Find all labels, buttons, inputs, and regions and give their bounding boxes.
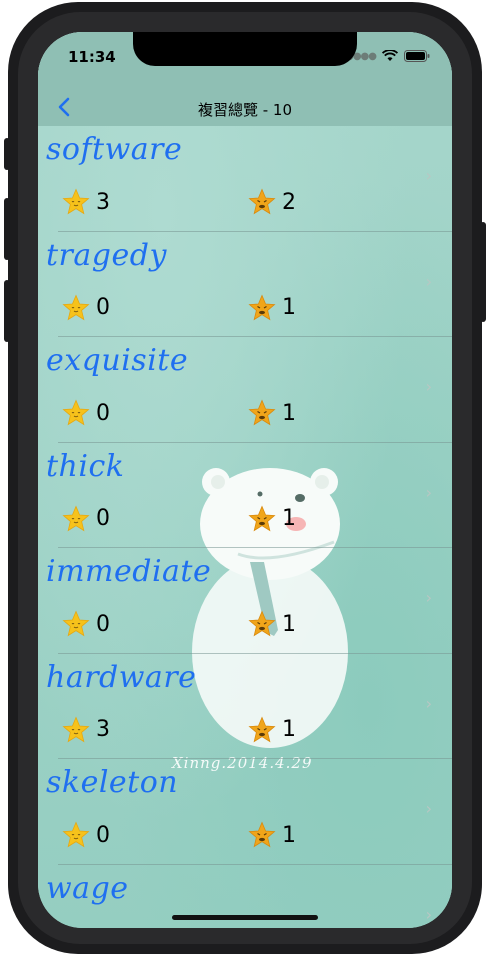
status-time: 11:34 (68, 48, 116, 66)
forgotten-count: 1 (282, 295, 296, 320)
chevron-right-icon: › (425, 482, 432, 502)
volume-up-button (4, 198, 10, 260)
remembered-count: 0 (96, 400, 110, 426)
battery-icon (404, 50, 430, 62)
remembered-count: 3 (96, 717, 110, 742)
remembered-stat: 0 (62, 293, 110, 322)
forgotten-count: 1 (282, 822, 296, 848)
chevron-right-icon: › (425, 588, 432, 607)
app-screen: Xinng.2014.4.29 11:34 ●●●● 複習總覽 - 10 sof… (38, 32, 452, 928)
navigation-bar: 複習總覽 - 10 (38, 90, 452, 126)
word-label: immediate (46, 554, 212, 589)
forgotten-stat: 1 (248, 821, 296, 849)
chevron-right-icon: › (425, 271, 432, 291)
forgotten-stat: 1 (248, 293, 296, 322)
chevron-right-icon: › (425, 377, 432, 396)
chevron-right-icon: › (425, 904, 432, 924)
word-label: software (46, 132, 183, 167)
chevron-right-icon: › (425, 799, 432, 818)
forgotten-count: 1 (282, 717, 296, 742)
word-label: hardware (46, 659, 197, 695)
forgotten-count: 1 (282, 506, 296, 531)
word-label: exquisite (46, 343, 189, 378)
happy-star-icon (62, 504, 90, 531)
word-row[interactable]: exquisite › 0 1 (38, 337, 452, 443)
word-label: thick (46, 448, 125, 484)
word-label: wage (46, 870, 129, 906)
forgotten-stat: 1 (248, 399, 296, 427)
word-row[interactable]: software › 3 2 (38, 126, 452, 232)
wifi-icon (382, 50, 398, 61)
sad-star-icon (248, 188, 276, 215)
remembered-count: 0 (96, 611, 110, 637)
power-button (480, 222, 486, 322)
word-row[interactable]: hardware › 3 1 (38, 654, 452, 759)
happy-star-icon (62, 715, 90, 742)
word-row[interactable]: immediate › 0 1 (38, 548, 452, 654)
chevron-right-icon: › (425, 166, 432, 185)
volume-down-button (4, 280, 10, 342)
remembered-count: 0 (96, 822, 110, 848)
forgotten-stat: 1 (248, 610, 296, 638)
word-row[interactable]: tragedy › 0 1 (38, 232, 452, 337)
remembered-stat: 0 (62, 504, 110, 533)
nav-title: 複習總覽 - 10 (197, 101, 293, 119)
word-list[interactable]: software › 3 2 tragedy › 0 1 exquisite ›… (38, 126, 452, 928)
remembered-stat: 3 (62, 188, 110, 216)
notch (133, 32, 357, 66)
word-label: tragedy (46, 237, 167, 273)
chevron-right-icon: › (425, 693, 432, 713)
forgotten-count: 2 (282, 189, 296, 215)
remembered-stat: 3 (62, 715, 110, 744)
remembered-stat: 0 (62, 399, 110, 427)
forgotten-stat: 1 (248, 715, 296, 744)
sad-star-icon (248, 293, 276, 320)
home-indicator[interactable] (172, 915, 318, 920)
happy-star-icon (62, 293, 90, 320)
remembered-stat: 0 (62, 610, 110, 638)
forgotten-count: 1 (282, 400, 296, 426)
sad-star-icon (248, 610, 276, 637)
sad-star-icon (248, 399, 276, 426)
happy-star-icon (62, 399, 90, 426)
remembered-stat: 0 (62, 821, 110, 849)
forgotten-count: 1 (282, 611, 296, 637)
remembered-count: 0 (96, 295, 110, 320)
status-icons: ●●●● (345, 50, 430, 62)
sad-star-icon (248, 504, 276, 531)
happy-star-icon (62, 188, 90, 215)
happy-star-icon (62, 821, 90, 848)
remembered-count: 3 (96, 189, 110, 215)
forgotten-stat: 2 (248, 188, 296, 216)
word-row[interactable]: skeleton › 0 1 (38, 759, 452, 865)
word-row[interactable]: thick › 0 1 (38, 443, 452, 548)
sad-star-icon (248, 821, 276, 848)
silent-switch (4, 138, 10, 170)
happy-star-icon (62, 610, 90, 637)
word-label: skeleton (46, 765, 179, 800)
remembered-count: 0 (96, 506, 110, 531)
sad-star-icon (248, 715, 276, 742)
forgotten-stat: 1 (248, 504, 296, 533)
